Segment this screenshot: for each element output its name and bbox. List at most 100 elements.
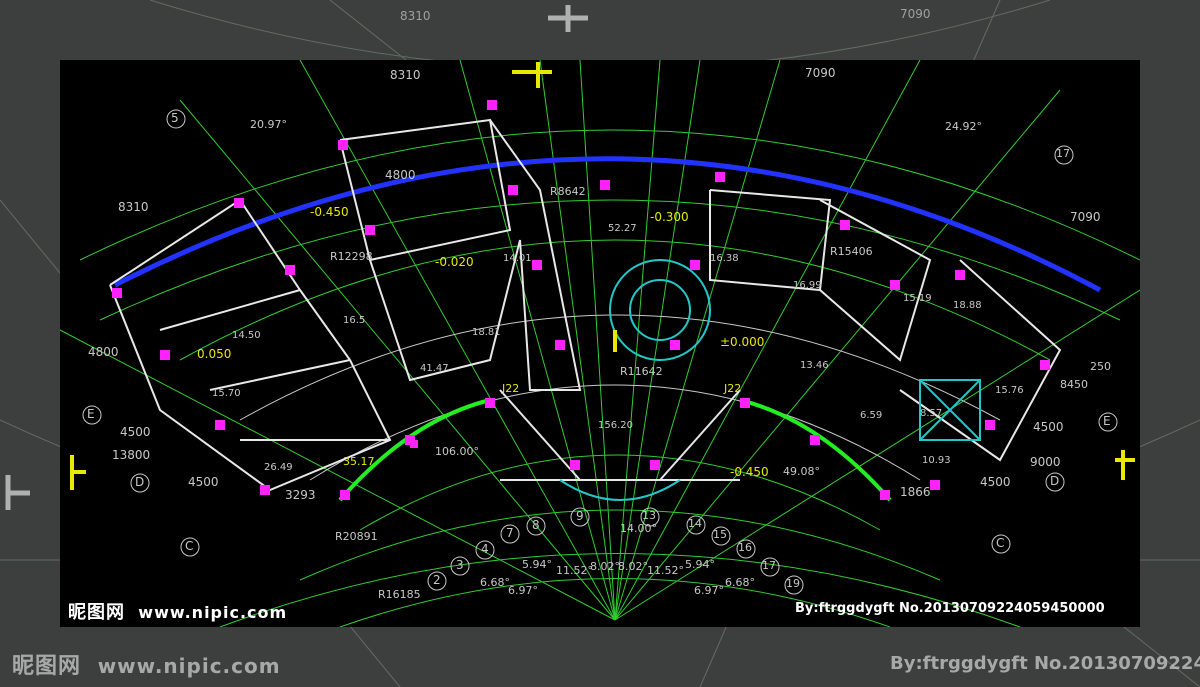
area-label-2: 15.70 xyxy=(212,388,241,399)
watermark-site-cn: 昵图网 xyxy=(68,602,125,623)
axis-number-15: 15 xyxy=(713,528,727,541)
area-label-11: 15.19 xyxy=(903,293,932,304)
dim-right-9000: 9000 xyxy=(1030,455,1061,469)
angle-label-13: 6.97° xyxy=(694,584,724,597)
area-label-16: 10.93 xyxy=(922,455,951,466)
axis-label-E-left: E xyxy=(87,407,95,421)
dim-left-4800: 4800 xyxy=(88,345,119,359)
angle-label-1: 106.00° xyxy=(435,445,479,458)
angle-label-9: 5.94° xyxy=(685,558,715,571)
bg-watermark-site-cn: 昵图网 xyxy=(12,654,82,679)
angle-label-3: 49.08° xyxy=(783,465,820,478)
dim-right-1866: 1866 xyxy=(900,485,931,499)
radius-label-5: R20891 xyxy=(335,530,378,543)
watermark-site-url: www.nipic.com xyxy=(138,603,288,622)
dim-left-3293: 3293 xyxy=(285,488,316,502)
area-label-4: 16.5 xyxy=(343,315,366,326)
angle-text-left: 20.97° xyxy=(250,118,287,131)
stair-label-left: J22 xyxy=(502,382,520,395)
dim-text-top-left: 8310 xyxy=(390,68,421,82)
area-label-1: 14.50 xyxy=(232,330,261,341)
angle-label-6: 8.02° xyxy=(590,560,620,573)
area-label-13: 15.76 xyxy=(995,385,1024,396)
axis-number-2: 2 xyxy=(433,573,441,587)
area-label-17: 156.20 xyxy=(598,420,633,431)
axis-label-17: 17 xyxy=(1056,147,1070,160)
angle-label-5: 11.52° xyxy=(556,564,593,577)
axis-number-19: 19 xyxy=(786,577,800,590)
angle-text-right: 24.92° xyxy=(945,120,982,133)
dim-text-left-8310: 8310 xyxy=(118,200,149,214)
axis-label-E-right: E xyxy=(1103,414,1111,428)
bg-watermark-credit: By:ftrggdygft No.201307092240 xyxy=(890,653,1200,674)
dim-right-4500b: 4500 xyxy=(980,475,1011,489)
axis-number-13: 13 xyxy=(642,509,656,522)
axis-number-16: 16 xyxy=(738,541,752,554)
watermark-logo: 昵图网 www.nipic.com xyxy=(68,598,287,624)
area-label-5: 41.47 xyxy=(420,363,449,374)
angle-label-2: 14.00° xyxy=(620,522,657,535)
level-label-3: -0.300 xyxy=(650,210,689,224)
walls xyxy=(109,118,1062,492)
axis-number-17: 17 xyxy=(762,559,776,572)
area-label-10: 16.99 xyxy=(793,280,822,291)
dim-left-4500b: 4500 xyxy=(188,475,219,489)
radial-grid xyxy=(60,60,1140,621)
level-label-1: -0.450 xyxy=(310,205,349,219)
dim-text-right-7090: 7090 xyxy=(1070,210,1101,224)
angle-label-11: 6.97° xyxy=(508,584,538,597)
radius-label-2: R15406 xyxy=(830,245,873,258)
area-label-14: 8.57 xyxy=(920,408,943,419)
level-label-6: 0.050 xyxy=(197,347,232,361)
dim-text-4800: 4800 xyxy=(385,168,416,182)
axis-label-D-left: D xyxy=(135,475,145,489)
angle-label-12: 6.68° xyxy=(725,576,755,589)
watermark-credit-text: By:ftrggdygft No.20130709224059450000 xyxy=(795,601,1105,616)
axis-number-8: 8 xyxy=(532,518,540,532)
floor-plan xyxy=(60,60,1140,627)
dim-right-8450: 8450 xyxy=(1060,378,1088,391)
angle-label-7: 8.02° xyxy=(618,560,648,573)
level-label-5: -0.450 xyxy=(730,465,769,479)
level-label-4: ±0.000 xyxy=(720,335,765,349)
dim-text-top-right: 7090 xyxy=(805,66,836,80)
radius-label-4: R11642 xyxy=(620,365,663,378)
bg-watermark-site-url: www.nipic.com xyxy=(97,654,281,678)
svg-text:7090: 7090 xyxy=(900,7,931,21)
dim-left-4500: 4500 xyxy=(120,425,151,439)
radius-label-1: R12298 xyxy=(330,250,373,263)
axis-label-C-right: C xyxy=(996,536,1005,550)
radius-label-3: R8642 xyxy=(550,185,586,198)
axis-label-C-left: C xyxy=(185,539,194,553)
angle-label-8: 11.52° xyxy=(647,564,684,577)
axis-label-D-right: D xyxy=(1050,474,1060,488)
axis-number-9: 9 xyxy=(576,509,584,523)
area-label-19: 13.46 xyxy=(800,360,829,371)
area-label-3: 26.49 xyxy=(264,462,293,473)
radius-label-6: R16185 xyxy=(378,588,421,601)
axis-number-3: 3 xyxy=(456,558,464,572)
watermark-credit: By:ftrggdygft No.20130709224059450000 xyxy=(795,601,1105,616)
bg-watermark-logo: 昵图网 www.nipic.com xyxy=(12,648,281,680)
dim-right-250: 250 xyxy=(1090,360,1111,373)
area-label-15: 6.59 xyxy=(860,410,883,421)
cad-viewport: 8310 7090 4800 20.97° 24.92° 8310 7090 4… xyxy=(60,60,1140,627)
axis-number-7: 7 xyxy=(506,526,514,540)
area-label-7: 14.01 xyxy=(503,253,532,264)
bg-watermark-credit-text: By:ftrggdygft No.201307092240 xyxy=(890,653,1200,674)
dim-left-13800: 13800 xyxy=(112,448,151,462)
level-label-2: -0.020 xyxy=(435,255,474,269)
area-label-6: 18.81 xyxy=(472,327,501,338)
svg-text:8310: 8310 xyxy=(400,9,431,23)
dim-right-4500: 4500 xyxy=(1033,420,1064,434)
angle-label-4: 5.94° xyxy=(522,558,552,571)
area-label-12: 18.88 xyxy=(953,300,982,311)
axis-number-4: 4 xyxy=(481,542,489,556)
area-label-18: 35.17 xyxy=(343,455,375,468)
area-label-8: 52.27 xyxy=(608,223,637,234)
axis-number-14: 14 xyxy=(688,517,702,530)
area-label-9: 16.38 xyxy=(710,253,739,264)
axis-label-5: 5 xyxy=(171,111,179,125)
stair-label-right: J22 xyxy=(724,382,742,395)
angle-label-10: 6.68° xyxy=(480,576,510,589)
